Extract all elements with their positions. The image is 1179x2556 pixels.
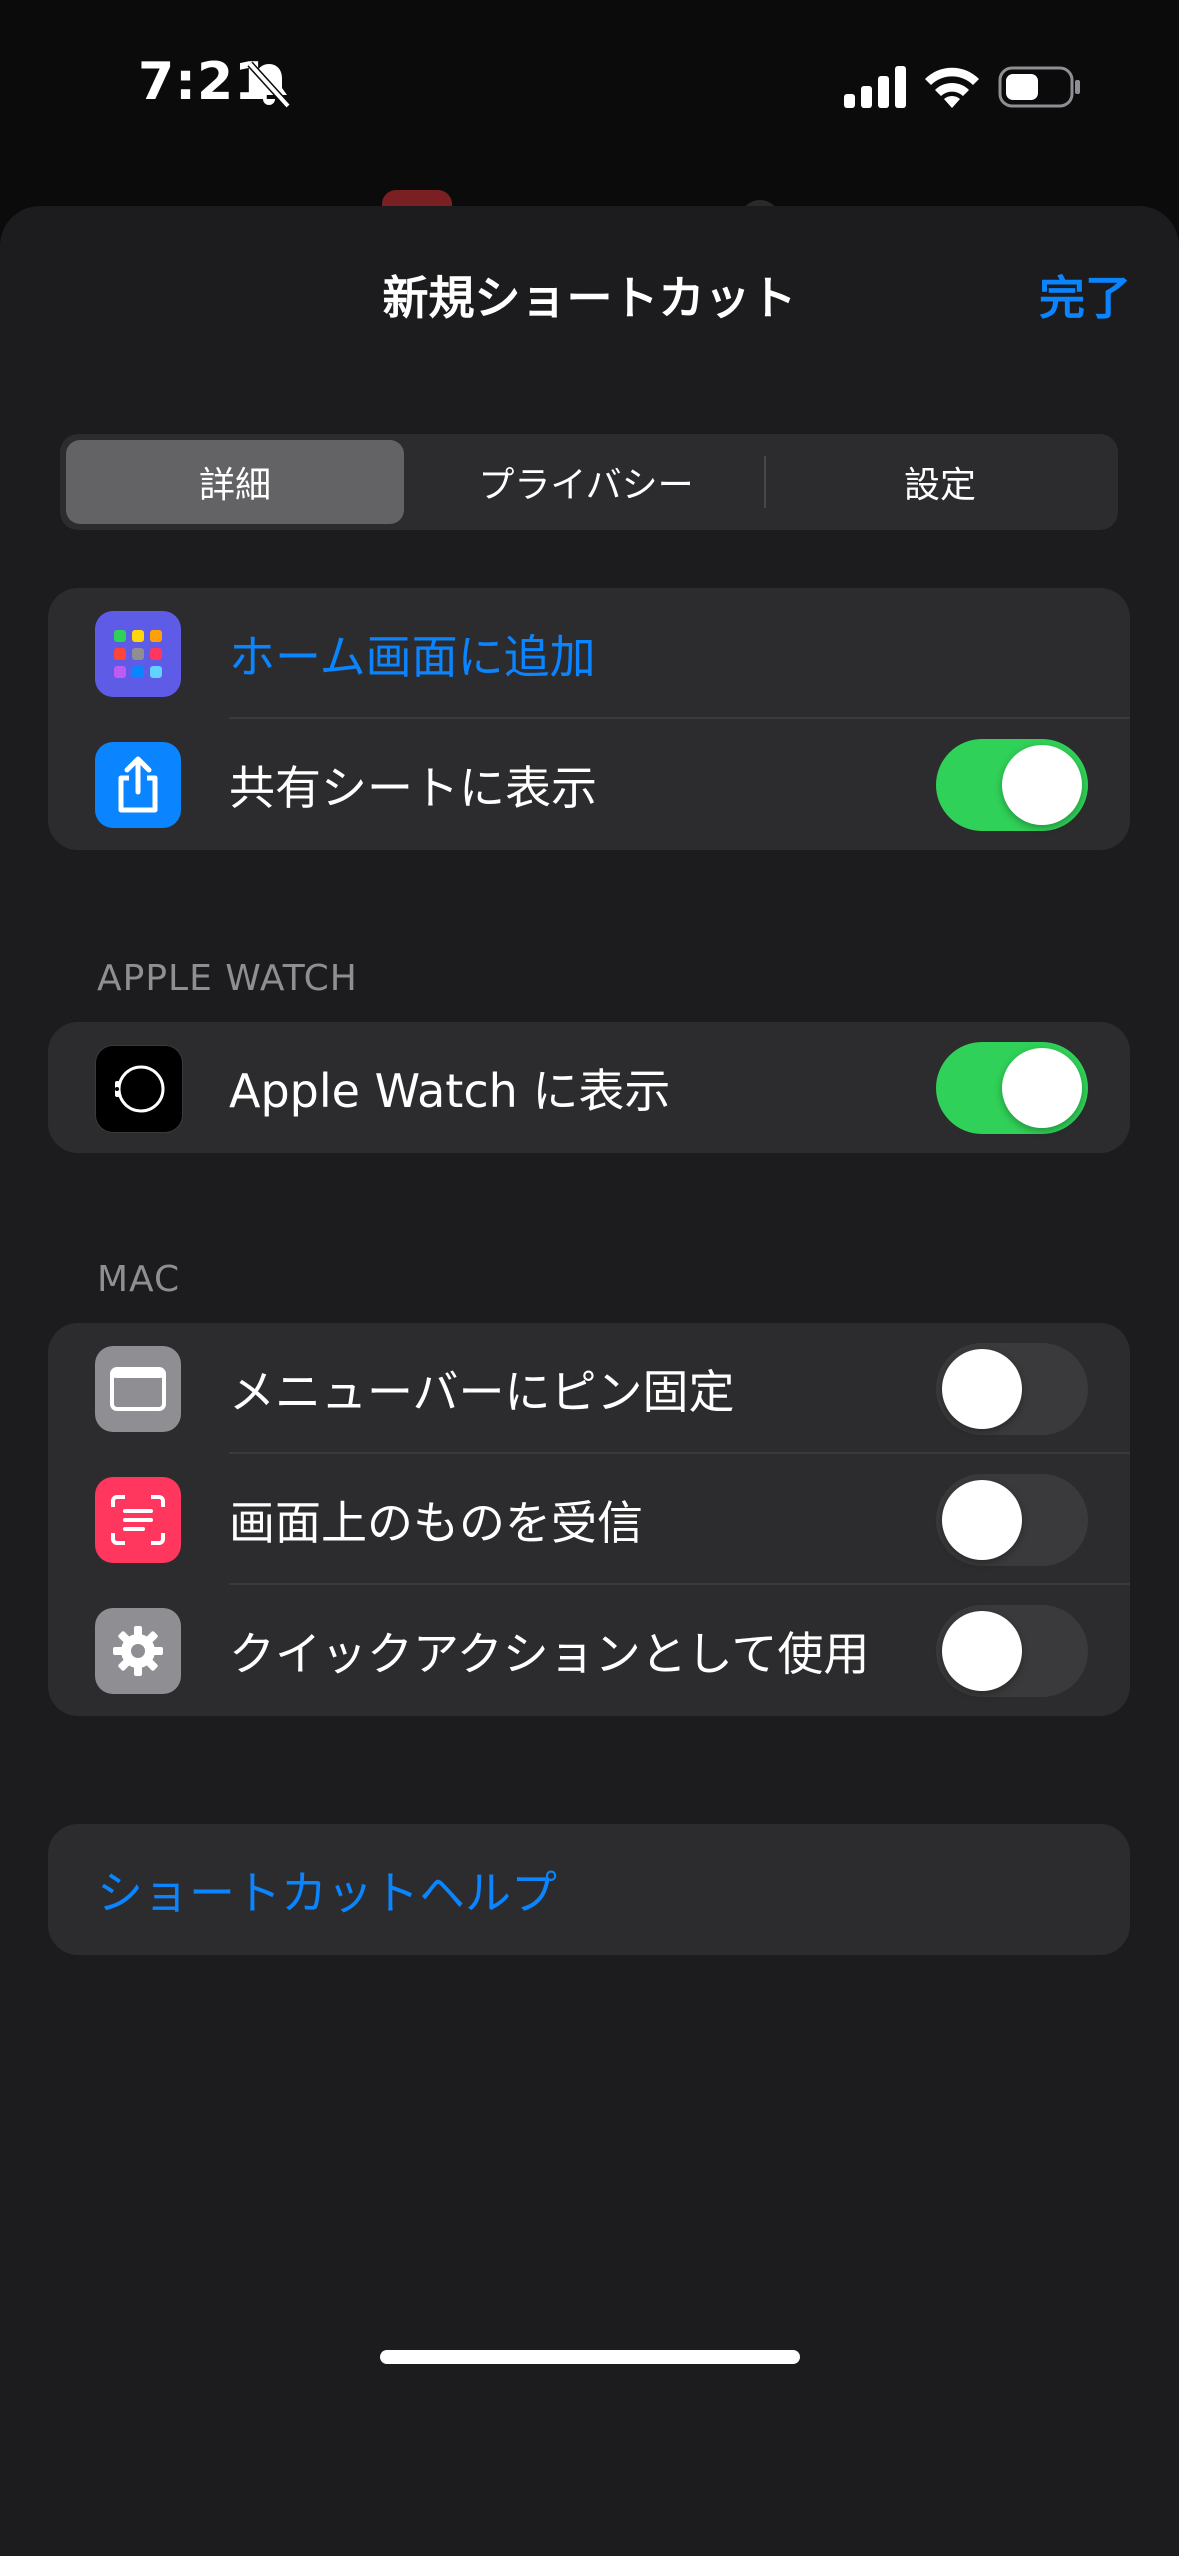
toggle-knob xyxy=(1002,745,1082,825)
segment-details[interactable]: 詳細 xyxy=(66,440,404,524)
show-in-share-sheet-row: 共有シートに表示 xyxy=(48,719,1130,850)
details-sheet: 新規ショートカット 完了 詳細 プライバシー 設定 ホーム画面に追加 共有シート… xyxy=(0,206,1179,2556)
apple-watch-toggle[interactable] xyxy=(936,1042,1088,1134)
toggle-knob xyxy=(1002,1048,1082,1128)
general-options-group: ホーム画面に追加 共有シートに表示 xyxy=(48,588,1130,850)
home-indicator xyxy=(380,2350,800,2364)
receive-onscreen-items-row: 画面上のものを受信 xyxy=(48,1454,1130,1585)
receive-onscreen-items-label: 画面上のものを受信 xyxy=(229,1495,643,1550)
segment-privacy[interactable]: プライバシー xyxy=(412,440,760,524)
sheet-title: 新規ショートカット xyxy=(382,271,797,325)
toggle-knob xyxy=(942,1349,1022,1429)
toggle-knob xyxy=(942,1480,1022,1560)
apple-watch-icon xyxy=(95,1045,183,1133)
apple-watch-section-header: APPLE WATCH xyxy=(97,958,358,999)
add-to-home-screen-label: ホーム画面に追加 xyxy=(229,629,596,684)
shortcuts-help-link[interactable]: ショートカットヘルプ xyxy=(97,1824,557,1955)
gear-icon xyxy=(95,1608,181,1694)
pin-in-menu-bar-row: メニューバーにピン固定 xyxy=(48,1323,1130,1454)
use-as-quick-action-label: クイックアクションとして使用 xyxy=(229,1626,870,1681)
use-as-quick-action-toggle[interactable] xyxy=(936,1605,1088,1697)
segment-settings[interactable]: 設定 xyxy=(768,440,1112,524)
segment-divider xyxy=(764,456,766,508)
home-screen-grid-icon xyxy=(95,611,181,697)
cellular-signal-icon xyxy=(844,66,906,108)
menubar-window-icon xyxy=(95,1346,181,1432)
status-bar: 7:21 xyxy=(0,0,1179,180)
share-icon xyxy=(95,742,181,828)
bell-slash-icon xyxy=(247,61,291,109)
pin-in-menu-bar-toggle[interactable] xyxy=(936,1343,1088,1435)
shortcuts-help-group: ショートカットヘルプ xyxy=(48,1824,1130,1955)
show-in-share-sheet-label: 共有シートに表示 xyxy=(229,760,597,815)
apple-watch-group: Apple Watch に表示 xyxy=(48,1022,1130,1153)
screen-scan-icon xyxy=(95,1477,181,1563)
wifi-icon xyxy=(925,67,979,108)
mac-group: メニューバーにピン固定 画面上のものを受信 クイックアクションとして使用 xyxy=(48,1323,1130,1716)
mac-section-header: MAC xyxy=(97,1259,181,1300)
toggle-knob xyxy=(942,1611,1022,1691)
show-on-apple-watch-label: Apple Watch に表示 xyxy=(229,1063,671,1118)
show-on-apple-watch-row: Apple Watch に表示 xyxy=(48,1022,1130,1153)
segmented-control: 詳細 プライバシー 設定 xyxy=(60,434,1118,530)
done-button[interactable]: 完了 xyxy=(1039,262,1131,328)
battery-icon xyxy=(998,66,1080,108)
add-to-home-screen-row[interactable]: ホーム画面に追加 xyxy=(48,588,1130,719)
pin-in-menu-bar-label: メニューバーにピン固定 xyxy=(229,1364,735,1419)
use-as-quick-action-row: クイックアクションとして使用 xyxy=(48,1585,1130,1716)
share-sheet-toggle[interactable] xyxy=(936,739,1088,831)
receive-onscreen-items-toggle[interactable] xyxy=(936,1474,1088,1566)
